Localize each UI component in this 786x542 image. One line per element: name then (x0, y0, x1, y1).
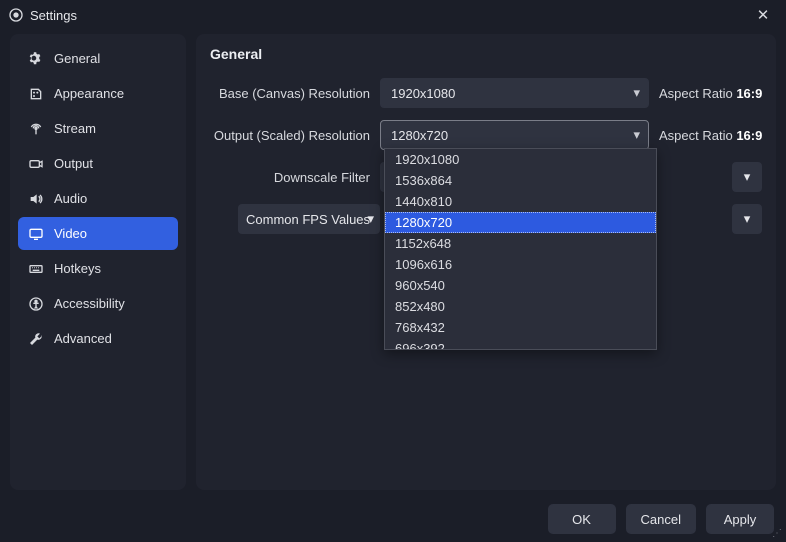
sidebar-item-label: General (54, 51, 100, 66)
palette-icon (26, 86, 46, 102)
fps-type-label: Common FPS Values (246, 212, 370, 227)
accessibility-icon (26, 296, 46, 312)
base-resolution-value: 1920x1080 (391, 86, 455, 101)
sidebar-item-accessibility[interactable]: Accessibility (18, 287, 178, 320)
dropdown-option[interactable]: 960x540 (385, 275, 656, 296)
window-title: Settings (30, 8, 77, 23)
dropdown-list[interactable]: 1920x10801536x8641440x8101280x7201152x64… (385, 149, 656, 349)
chevron-down-icon: ▾ (367, 211, 374, 227)
downscale-filter-label: Downscale Filter (210, 170, 380, 185)
sidebar-item-output[interactable]: Output (18, 147, 178, 180)
app-icon (8, 7, 24, 23)
sidebar-item-label: Appearance (54, 86, 124, 101)
sidebar-item-advanced[interactable]: Advanced (18, 322, 178, 355)
chevron-down-icon: ▾ (633, 85, 640, 101)
base-aspect-ratio: Aspect Ratio 16:9 (649, 86, 762, 101)
row-base-resolution: Base (Canvas) Resolution 1920x1080 ▾ Asp… (210, 78, 762, 108)
output-resolution-label: Output (Scaled) Resolution (210, 128, 380, 143)
dropdown-option[interactable]: 1280x720 (385, 212, 656, 233)
base-resolution-select[interactable]: 1920x1080 ▾ (380, 78, 649, 108)
monitor-icon (26, 226, 46, 242)
output-resolution-select[interactable]: 1280x720 ▾ (380, 120, 649, 150)
dropdown-option[interactable]: 768x432 (385, 317, 656, 338)
chevron-down-icon: ▾ (744, 211, 751, 227)
sidebar-item-label: Audio (54, 191, 87, 206)
gear-icon (26, 51, 46, 67)
sidebar-item-stream[interactable]: Stream (18, 112, 178, 145)
dropdown-option[interactable]: 1920x1080 (385, 149, 656, 170)
output-icon (26, 156, 46, 172)
output-aspect-ratio: Aspect Ratio 16:9 (649, 128, 762, 143)
sidebar-item-label: Advanced (54, 331, 112, 346)
sidebar-item-video[interactable]: Video (18, 217, 178, 250)
sidebar-item-label: Output (54, 156, 93, 171)
fps-value-arrow[interactable]: ▾ (732, 204, 762, 234)
cancel-button[interactable]: Cancel (626, 504, 696, 534)
dropdown-option[interactable]: 696x392 (385, 338, 656, 349)
sidebar-item-label: Stream (54, 121, 96, 136)
antenna-icon (26, 121, 46, 137)
output-resolution-dropdown: 1920x10801536x8641440x8101280x7201152x64… (384, 148, 657, 350)
sidebar-item-label: Hotkeys (54, 261, 101, 276)
fps-type-select[interactable]: Common FPS Values ▾ (238, 204, 380, 234)
row-output-resolution: Output (Scaled) Resolution 1280x720 ▾ As… (210, 120, 762, 150)
base-resolution-label: Base (Canvas) Resolution (210, 86, 380, 101)
sidebar-item-appearance[interactable]: Appearance (18, 77, 178, 110)
downscale-filter-arrow[interactable]: ▾ (732, 162, 762, 192)
dropdown-option[interactable]: 1440x810 (385, 191, 656, 212)
dropdown-option[interactable]: 1152x648 (385, 233, 656, 254)
titlebar: Settings ✕ (0, 0, 786, 30)
sidebar-item-hotkeys[interactable]: Hotkeys (18, 252, 178, 285)
output-resolution-value: 1280x720 (391, 128, 448, 143)
dropdown-option[interactable]: 852x480 (385, 296, 656, 317)
section-title: General (210, 46, 762, 62)
ok-button[interactable]: OK (548, 504, 616, 534)
sidebar-item-label: Video (54, 226, 87, 241)
sidebar-item-audio[interactable]: Audio (18, 182, 178, 215)
chevron-down-icon: ▾ (633, 127, 640, 143)
footer: OK Cancel Apply (548, 504, 774, 534)
keyboard-icon (26, 261, 46, 277)
chevron-down-icon: ▾ (744, 169, 751, 185)
sidebar-item-general[interactable]: General (18, 42, 178, 75)
apply-button[interactable]: Apply (706, 504, 774, 534)
dropdown-option[interactable]: 1096x616 (385, 254, 656, 275)
dropdown-option[interactable]: 1536x864 (385, 170, 656, 191)
sidebar: General Appearance Stream Output Audio (10, 34, 186, 490)
speaker-icon (26, 191, 46, 207)
tools-icon (26, 331, 46, 347)
resize-grip[interactable]: ⋰ (772, 528, 784, 540)
close-button[interactable]: ✕ (748, 6, 778, 24)
sidebar-item-label: Accessibility (54, 296, 125, 311)
